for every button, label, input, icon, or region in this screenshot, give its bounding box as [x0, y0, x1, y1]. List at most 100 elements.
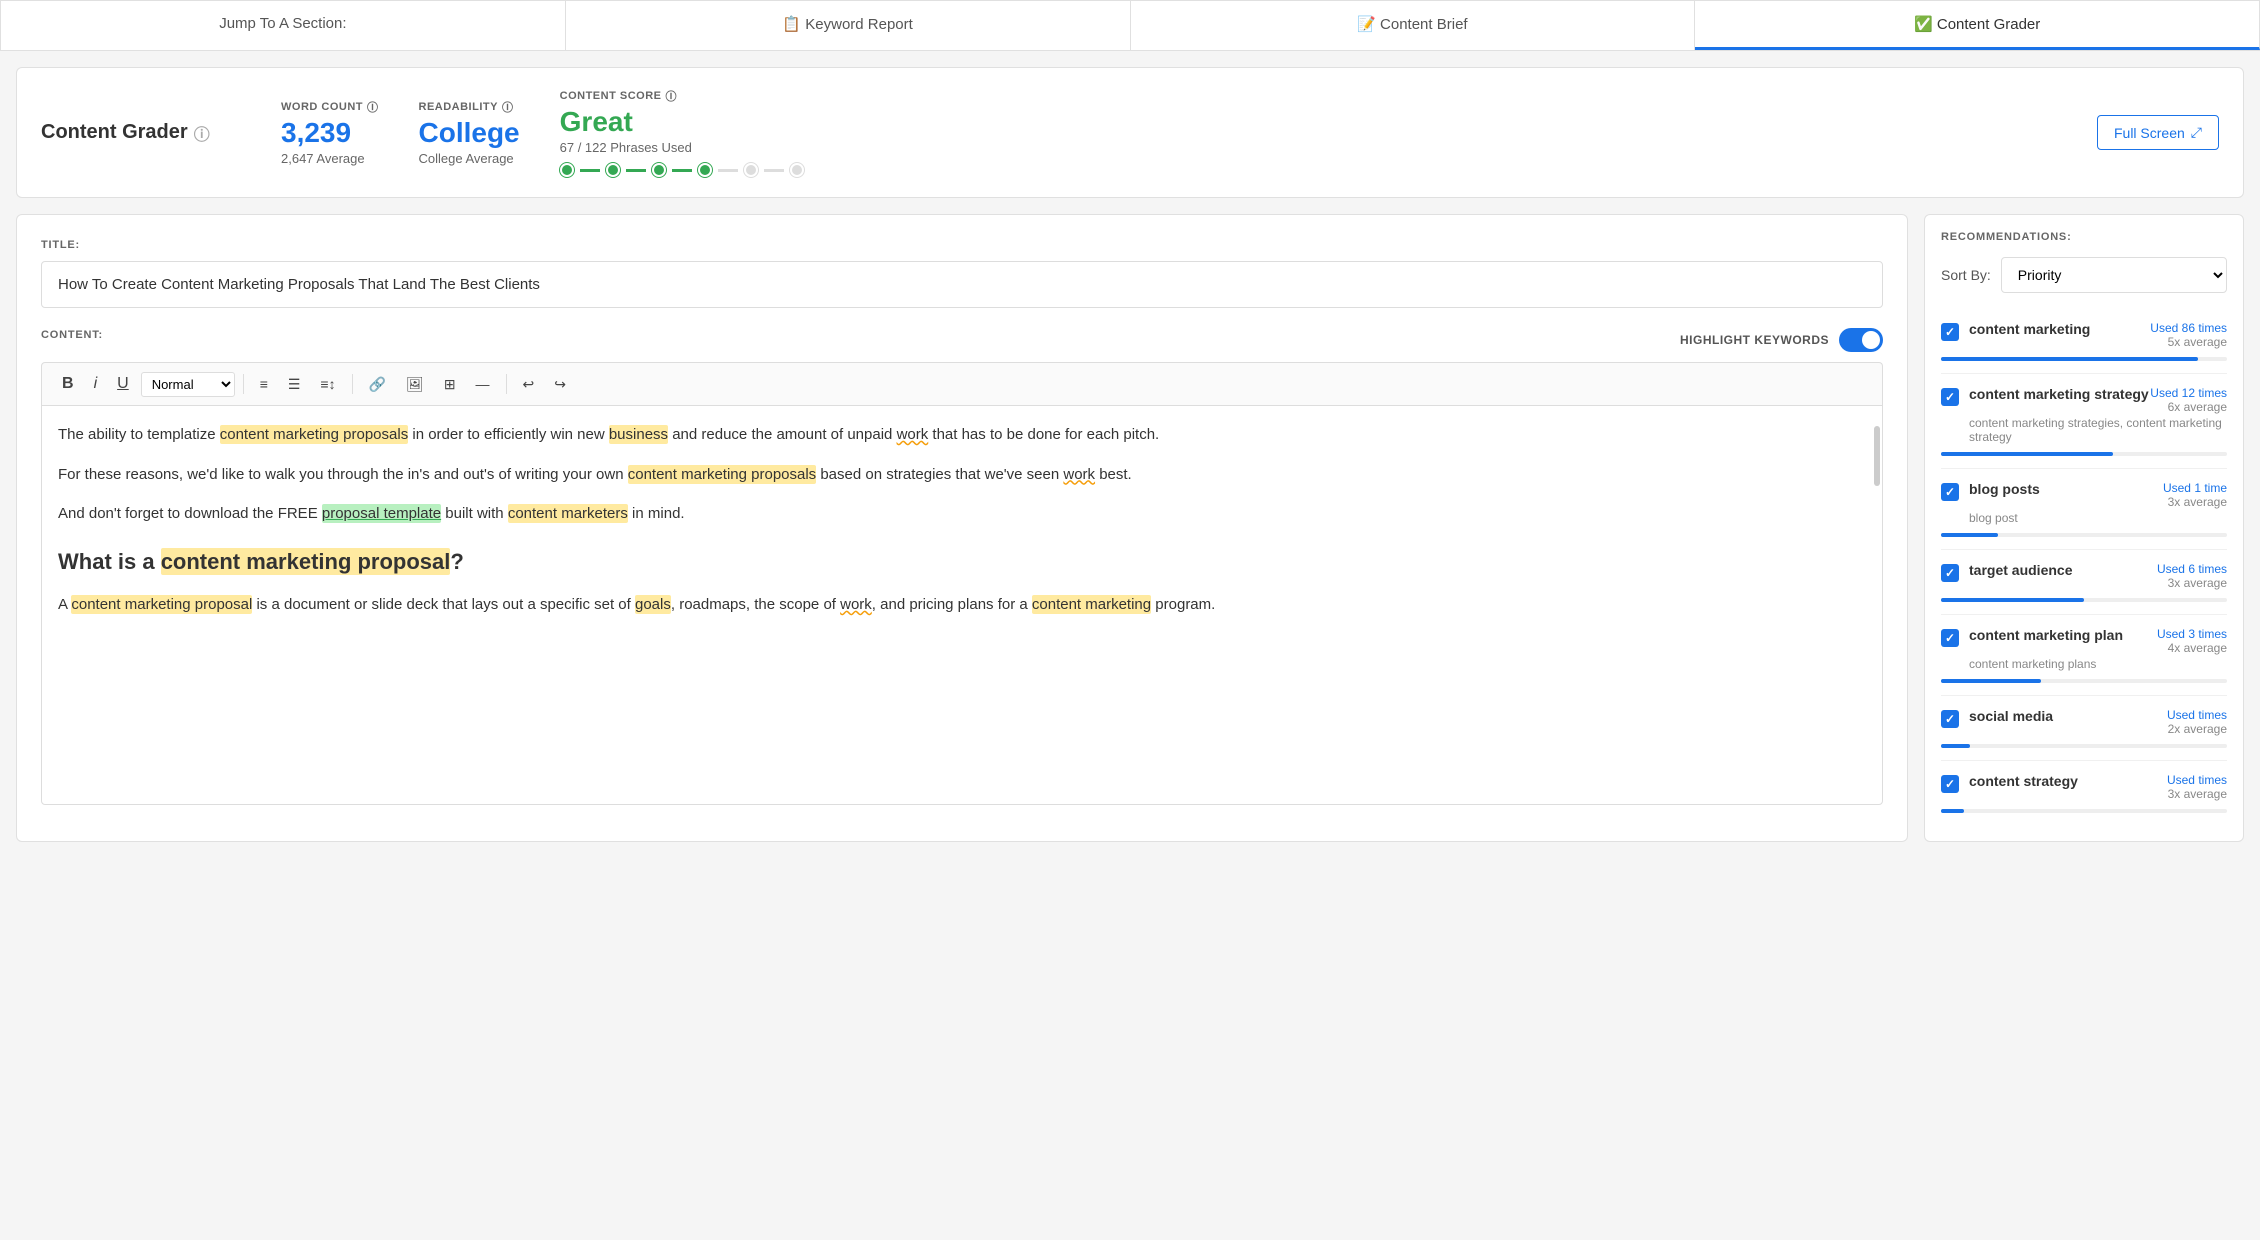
content-header: CONTENT: HIGHLIGHT KEYWORDS — [41, 328, 1883, 352]
keyword-report-icon: 📋 — [782, 16, 805, 33]
progress-line-2 — [626, 169, 646, 172]
highlight-business: business — [609, 425, 668, 444]
progress-dot-6 — [790, 163, 804, 177]
recommendations-list: content marketing Used 86 times 5x avera… — [1941, 309, 2227, 825]
align-button[interactable]: ≡↕ — [312, 372, 343, 396]
rec-checkbox-7[interactable] — [1941, 775, 1959, 793]
rec-checkbox-3[interactable] — [1941, 483, 1959, 501]
rec-item-blog-posts: blog posts Used 1 time 3x average blog p… — [1941, 469, 2227, 550]
tab-keyword-report[interactable]: 📋 Keyword Report — [566, 1, 1131, 50]
readability-value: College — [419, 117, 520, 149]
content-score-value: Great — [560, 106, 804, 138]
progress-dot-3 — [652, 163, 666, 177]
progress-line-1 — [580, 169, 600, 172]
highlight-proposal-template: proposal template — [322, 504, 441, 523]
rec-avg-5: 4x average — [2157, 641, 2227, 655]
progress-dot-4 — [698, 163, 712, 177]
rec-avg-6: 2x average — [2167, 722, 2227, 736]
content-score-info-icon[interactable]: ⓘ — [665, 88, 677, 104]
rec-bar-container-6 — [1941, 744, 2227, 748]
rec-keyword-3: blog posts — [1969, 481, 2040, 497]
highlight-keywords-toggle[interactable] — [1839, 328, 1883, 352]
rec-checkbox-1[interactable] — [1941, 323, 1959, 341]
rec-checkbox-4[interactable] — [1941, 564, 1959, 582]
progress-line-3 — [672, 169, 692, 172]
info-icon[interactable]: ⓘ — [194, 121, 210, 145]
rec-item-target-audience: target audience Used 6 times 3x average — [1941, 550, 2227, 615]
undo-button[interactable]: ↩ — [515, 372, 543, 397]
nav-jump-label: Jump To A Section: — [0, 1, 566, 50]
progress-line-4 — [718, 169, 738, 172]
rec-used-1: Used 86 times — [2150, 321, 2227, 335]
tab-content-brief[interactable]: 📝 Content Brief — [1131, 1, 1696, 50]
underline-button[interactable]: U — [109, 371, 137, 397]
content-grader-title: Content Grader ⓘ — [41, 121, 241, 145]
rec-keyword-4: target audience — [1969, 562, 2072, 578]
title-section-label: TITLE: — [41, 239, 1883, 251]
rec-used-7: Used times — [2167, 773, 2227, 787]
rec-item-social-media: social media Used times 2x average — [1941, 696, 2227, 761]
highlight-toggle-row: HIGHLIGHT KEYWORDS — [1680, 328, 1883, 352]
rec-bar-container-7 — [1941, 809, 2227, 813]
rec-used-5: Used 3 times — [2157, 627, 2227, 641]
content-editor[interactable]: The ability to templatize content market… — [41, 405, 1883, 805]
top-navigation: Jump To A Section: 📋 Keyword Report 📝 Co… — [0, 0, 2260, 51]
rec-used-6: Used times — [2167, 708, 2227, 722]
table-button[interactable]: ⊞ — [436, 372, 464, 397]
main-content-area: TITLE: CONTENT: HIGHLIGHT KEYWORDS B i U… — [16, 214, 2244, 842]
highlight-content-marketing-proposals-2: content marketing proposals — [628, 465, 816, 484]
paragraph-2: For these reasons, we'd like to walk you… — [58, 462, 1866, 488]
divider-button[interactable]: — — [468, 372, 498, 396]
rec-bar-7 — [1941, 809, 1964, 813]
content-score-sub: 67 / 122 Phrases Used — [560, 140, 804, 155]
highlight-content-marketing-proposal-h2: content marketing proposal — [161, 548, 451, 575]
image-button[interactable]: 🖼 — [398, 372, 432, 397]
format-select[interactable]: Normal Heading 1 Heading 2 — [141, 372, 235, 397]
progress-dot-2 — [606, 163, 620, 177]
editor-panel: TITLE: CONTENT: HIGHLIGHT KEYWORDS B i U… — [16, 214, 1908, 842]
full-screen-button[interactable]: Full Screen ⤢ — [2097, 115, 2219, 150]
sort-by-select[interactable]: Priority Alphabetical Usage — [2001, 257, 2227, 293]
rec-keyword-2: content marketing strategy — [1969, 386, 2149, 402]
rec-keyword-1: content marketing — [1969, 321, 2090, 337]
paragraph-4: A content marketing proposal is a docume… — [58, 592, 1866, 618]
sort-by-row: Sort By: Priority Alphabetical Usage — [1941, 257, 2227, 293]
rec-bar-container-3 — [1941, 533, 2227, 537]
paragraph-1: The ability to templatize content market… — [58, 422, 1866, 448]
rec-checkbox-5[interactable] — [1941, 629, 1959, 647]
scrollbar-thumb[interactable] — [1874, 426, 1880, 486]
rec-bar-2 — [1941, 452, 2113, 456]
ordered-list-button[interactable]: ≡ — [252, 372, 276, 396]
bold-button[interactable]: B — [54, 371, 82, 397]
jump-label: Jump To A Section: — [219, 15, 346, 32]
word-count-info-icon[interactable]: ⓘ — [367, 99, 379, 115]
rec-bar-3 — [1941, 533, 1998, 537]
highlight-content-marketers: content marketers — [508, 504, 628, 523]
highlight-content-marketing-p4: content marketing — [1032, 595, 1151, 614]
fullscreen-icon: ⤢ — [2191, 124, 2202, 141]
readability-avg: College Average — [419, 151, 520, 166]
readability-info-icon[interactable]: ⓘ — [502, 99, 514, 115]
rec-bar-4 — [1941, 598, 2084, 602]
title-input[interactable] — [41, 261, 1883, 308]
highlight-work-1: work — [897, 426, 929, 443]
unordered-list-button[interactable]: ☰ — [280, 372, 309, 397]
italic-button[interactable]: i — [86, 371, 106, 397]
progress-dot-5 — [744, 163, 758, 177]
rec-bar-container-1 — [1941, 357, 2227, 361]
tab-content-grader[interactable]: ✅ Content Grader — [1695, 1, 2260, 50]
recommendations-header: RECOMMENDATIONS: — [1941, 231, 2227, 243]
rec-bar-6 — [1941, 744, 1970, 748]
content-brief-icon: 📝 — [1357, 16, 1380, 33]
rec-avg-3: 3x average — [2163, 495, 2227, 509]
rec-keyword-6: social media — [1969, 708, 2053, 724]
link-button[interactable]: 🔗 — [361, 372, 394, 397]
rec-avg-1: 5x average — [2150, 335, 2227, 349]
rec-checkbox-2[interactable] — [1941, 388, 1959, 406]
rec-bar-5 — [1941, 679, 2041, 683]
rec-bar-1 — [1941, 357, 2198, 361]
word-count-avg: 2,647 Average — [281, 151, 379, 166]
highlight-content-marketing-proposals-1: content marketing proposals — [220, 425, 408, 444]
rec-checkbox-6[interactable] — [1941, 710, 1959, 728]
redo-button[interactable]: ↪ — [546, 372, 574, 397]
